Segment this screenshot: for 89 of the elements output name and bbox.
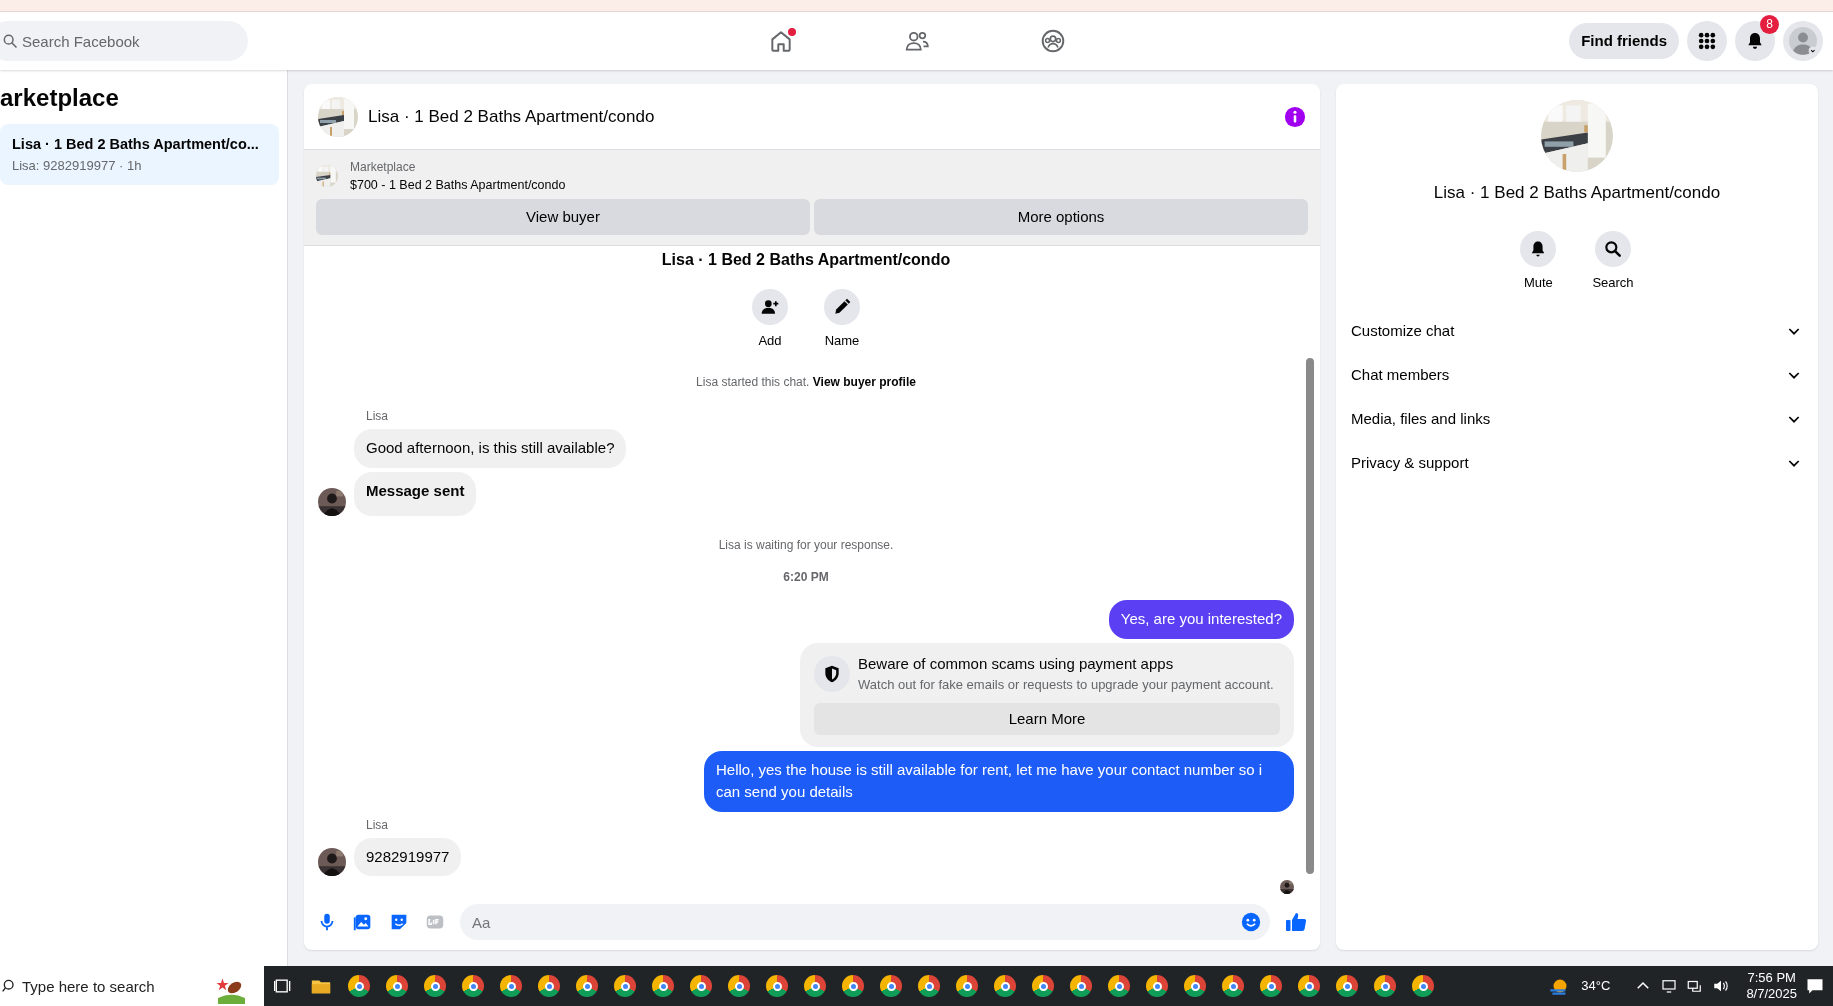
browser-icon[interactable] bbox=[1260, 975, 1282, 997]
conversation-name: Lisa · 1 Bed 2 Baths Apartment/condo bbox=[660, 249, 952, 270]
sender-name: Lisa bbox=[366, 816, 389, 834]
listing-label: Marketplace bbox=[350, 159, 417, 176]
message-bubble: Message sent bbox=[354, 471, 477, 517]
taskbar-search-field[interactable]: Type here to search bbox=[0, 966, 264, 1006]
browser-icon[interactable] bbox=[424, 975, 446, 997]
browser-icon[interactable] bbox=[538, 975, 560, 997]
learn-more-button[interactable]: Learn More bbox=[814, 702, 1280, 735]
search-icon bbox=[2, 33, 18, 49]
browser-icon[interactable] bbox=[842, 975, 864, 997]
browser-icon[interactable] bbox=[500, 975, 522, 997]
notification-badge: 8 bbox=[1760, 15, 1779, 34]
system-message: Lisa started this chat. View buyer profile bbox=[695, 374, 917, 392]
page-title: arketplace bbox=[0, 83, 120, 113]
search-field[interactable]: Search Facebook bbox=[0, 21, 248, 61]
action-button[interactable]: Search bbox=[1586, 229, 1640, 293]
browser-icon[interactable] bbox=[462, 975, 484, 997]
action-button[interactable]: Name bbox=[818, 287, 866, 352]
browser-icon[interactable] bbox=[804, 975, 826, 997]
browser-icon[interactable] bbox=[1184, 975, 1206, 997]
section-title: Privacy & support bbox=[1351, 452, 1469, 473]
browser-icon[interactable] bbox=[1336, 975, 1358, 997]
section-header[interactable]: Privacy & support bbox=[1336, 441, 1818, 485]
grid-icon bbox=[1697, 31, 1717, 51]
message-input[interactable]: Aa bbox=[460, 904, 1270, 940]
browser-icon[interactable] bbox=[956, 975, 978, 997]
browser-icon[interactable] bbox=[690, 975, 712, 997]
clock-date: 8/7/2025 bbox=[1746, 986, 1797, 1003]
browser-icon[interactable] bbox=[1032, 975, 1054, 997]
conversation-item[interactable]: Lisa · 1 Bed 2 Baths Apartment/co... Lisa: 9282919977 · 1h bbox=[0, 124, 279, 186]
pencil-icon bbox=[832, 296, 852, 317]
monitor-icon[interactable] bbox=[1660, 977, 1679, 995]
conversation-title: Lisa · 1 Bed 2 Baths Apartment/co... bbox=[12, 135, 260, 154]
find-friends-button[interactable]: Find friends bbox=[1569, 23, 1679, 59]
view-profile-link[interactable]: View buyer profile bbox=[812, 375, 916, 390]
system-message: Lisa is waiting for your response. bbox=[717, 537, 895, 555]
browser-icon[interactable] bbox=[614, 975, 636, 997]
details-title: Lisa · 1 Bed 2 Baths Apartment/condo bbox=[1433, 182, 1721, 204]
browser-icon[interactable] bbox=[918, 975, 940, 997]
warning-title: Beware of common scams using payment apps bbox=[858, 653, 1175, 674]
scrollbar[interactable] bbox=[1306, 357, 1314, 874]
browser-icon[interactable] bbox=[1146, 975, 1168, 997]
thumbs-up-icon[interactable] bbox=[1284, 910, 1308, 934]
section-title: Chat members bbox=[1351, 364, 1450, 385]
browser-icon[interactable] bbox=[386, 975, 408, 997]
notification-center-icon[interactable] bbox=[1805, 976, 1825, 996]
conversation-preview: Lisa: 9282919977 · 1h bbox=[12, 156, 143, 175]
browser-icon[interactable] bbox=[1298, 975, 1320, 997]
action-button[interactable]: Add bbox=[746, 287, 794, 352]
group-icon[interactable] bbox=[1039, 28, 1066, 54]
browser-icon[interactable] bbox=[1108, 975, 1130, 997]
browser-icon[interactable] bbox=[880, 975, 902, 997]
browser-icon[interactable] bbox=[348, 975, 370, 997]
message-bubble: 9282919977 bbox=[354, 837, 462, 877]
chat-title: Lisa · 1 Bed 2 Baths Apartment/condo bbox=[368, 105, 656, 128]
info-icon[interactable] bbox=[1284, 105, 1306, 128]
action-button[interactable]: Mute bbox=[1514, 229, 1563, 293]
message-bubble: Hello, yes the house is still available for rent, let me have your contact number so i can send you details bbox=[704, 750, 1294, 812]
browser-icon[interactable] bbox=[766, 975, 788, 997]
sender-name: Lisa bbox=[366, 408, 389, 426]
section-title: Media, files and links bbox=[1351, 408, 1491, 429]
section-header[interactable]: Media, files and links bbox=[1336, 397, 1818, 441]
section-title: Customize chat bbox=[1351, 320, 1455, 341]
browser-icon[interactable] bbox=[994, 975, 1016, 997]
browser-icon[interactable] bbox=[728, 975, 750, 997]
browser-icon[interactable] bbox=[1412, 975, 1434, 997]
section-header[interactable]: Chat members bbox=[1336, 353, 1818, 397]
emoji-icon[interactable] bbox=[1240, 911, 1262, 933]
browser-icon[interactable] bbox=[652, 975, 674, 997]
account-button[interactable] bbox=[1783, 21, 1823, 61]
temperature: 34°C bbox=[1581, 977, 1611, 996]
clock-time: 7:56 PM bbox=[1746, 969, 1797, 986]
warning-text: Watch out for fake emails or requests to upgrade your payment account. bbox=[858, 676, 1274, 695]
shield-icon bbox=[822, 663, 842, 684]
listing-action-button[interactable]: View buyer bbox=[316, 198, 810, 235]
message-bubble: Good afternoon, is this still available? bbox=[354, 429, 627, 468]
message-bubble: Yes, are you interested? bbox=[1108, 600, 1294, 639]
browser-icon[interactable] bbox=[1222, 975, 1244, 997]
listing-description: $700 - 1 Bed 2 Baths Apartment/condo bbox=[350, 177, 566, 194]
browser-icon[interactable] bbox=[1374, 975, 1396, 997]
menu-button[interactable] bbox=[1687, 21, 1727, 61]
section-header[interactable]: Customize chat bbox=[1336, 309, 1818, 353]
browser-icon[interactable] bbox=[576, 975, 598, 997]
search-icon bbox=[1603, 238, 1623, 259]
notifications-button[interactable] bbox=[1735, 21, 1775, 61]
timestamp: 6:20 PM bbox=[782, 569, 830, 587]
listing-action-button[interactable]: More options bbox=[814, 198, 1308, 235]
browser-icon[interactable] bbox=[1070, 975, 1092, 997]
